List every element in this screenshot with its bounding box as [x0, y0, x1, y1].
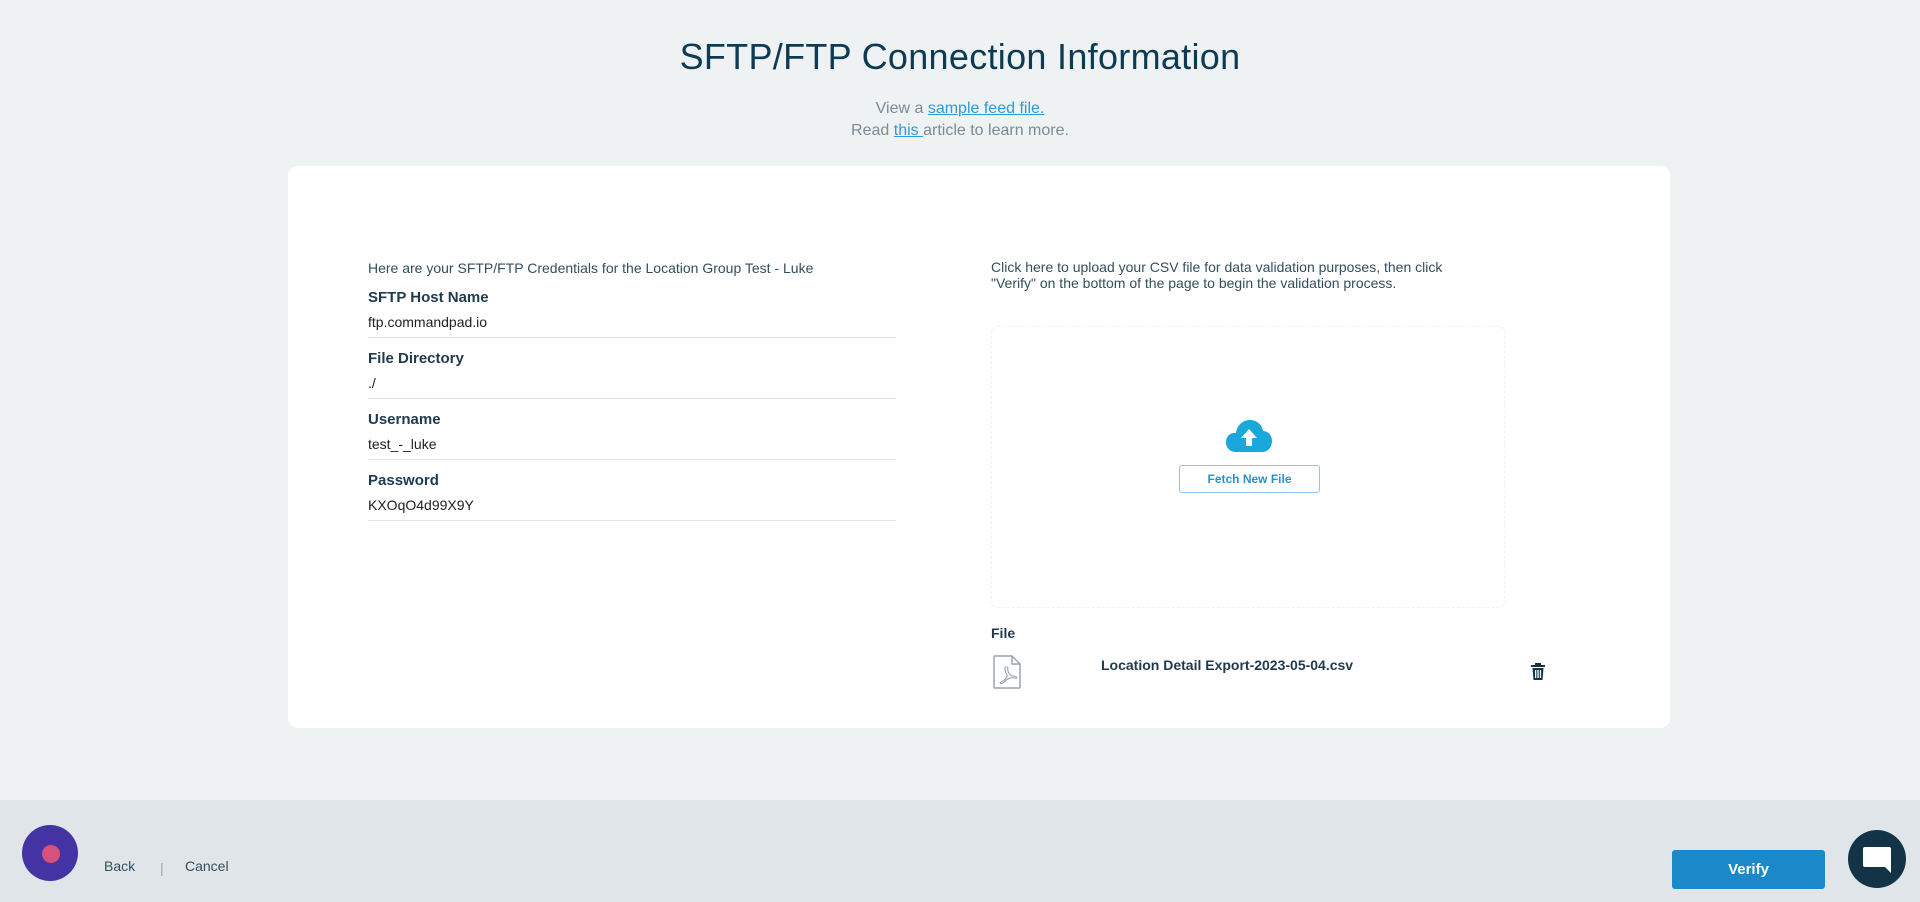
- upload-panel: Click here to upload your CSV file for d…: [991, 259, 1611, 689]
- cancel-link[interactable]: Cancel: [185, 858, 229, 874]
- article-suffix: article to learn more.: [923, 122, 1069, 139]
- page-title: SFTP/FTP Connection Information: [679, 36, 1241, 77]
- upload-hint: Click here to upload your CSV file for d…: [991, 259, 1443, 291]
- chat-bubble-icon: [1863, 847, 1891, 873]
- file-directory-field: File Directory ./: [368, 350, 896, 399]
- file-section-label: File: [991, 625, 1016, 641]
- avatar-dot: [42, 845, 60, 863]
- password-label: Password: [368, 472, 439, 489]
- host-name-label: SFTP Host Name: [368, 289, 489, 306]
- sample-feed-line: View a sample feed file.: [0, 100, 1920, 118]
- pdf-file-icon: [993, 655, 1021, 689]
- trash-icon[interactable]: [1531, 663, 1545, 680]
- upload-dropzone[interactable]: Fetch New File: [991, 326, 1505, 608]
- fetch-new-file-button[interactable]: Fetch New File: [1179, 465, 1320, 493]
- sample-feed-link[interactable]: sample feed file.: [928, 100, 1045, 117]
- chat-button[interactable]: [1848, 830, 1906, 888]
- article-link[interactable]: this: [894, 122, 923, 139]
- file-directory-label: File Directory: [368, 350, 464, 367]
- host-name-value[interactable]: ftp.commandpad.io: [368, 313, 896, 331]
- sample-feed-prefix: View a: [875, 100, 928, 117]
- file-directory-value[interactable]: ./: [368, 374, 896, 392]
- username-value[interactable]: test_-_luke: [368, 435, 896, 453]
- password-field: Password KXOqO4d99X9Y: [368, 472, 896, 521]
- uploaded-file-name: Location Detail Export-2023-05-04.csv: [1101, 657, 1354, 673]
- password-value[interactable]: KXOqO4d99X9Y: [368, 496, 896, 514]
- article-line: Read this article to learn more.: [0, 122, 1920, 140]
- assistant-avatar[interactable]: [22, 825, 78, 881]
- connection-card: Here are your SFTP/FTP Credentials for t…: [288, 166, 1670, 728]
- cloud-upload-icon: [1226, 420, 1272, 452]
- footer-bar: [0, 800, 1920, 902]
- nav-separator: |: [160, 860, 164, 876]
- back-link[interactable]: Back: [104, 858, 135, 874]
- credentials-intro: Here are your SFTP/FTP Credentials for t…: [368, 260, 814, 276]
- host-name-field: SFTP Host Name ftp.commandpad.io: [368, 289, 896, 338]
- credentials-panel: Here are your SFTP/FTP Credentials for t…: [368, 259, 896, 521]
- username-field: Username test_-_luke: [368, 411, 896, 460]
- username-label: Username: [368, 411, 441, 428]
- article-prefix: Read: [851, 122, 894, 139]
- verify-button[interactable]: Verify: [1672, 850, 1825, 889]
